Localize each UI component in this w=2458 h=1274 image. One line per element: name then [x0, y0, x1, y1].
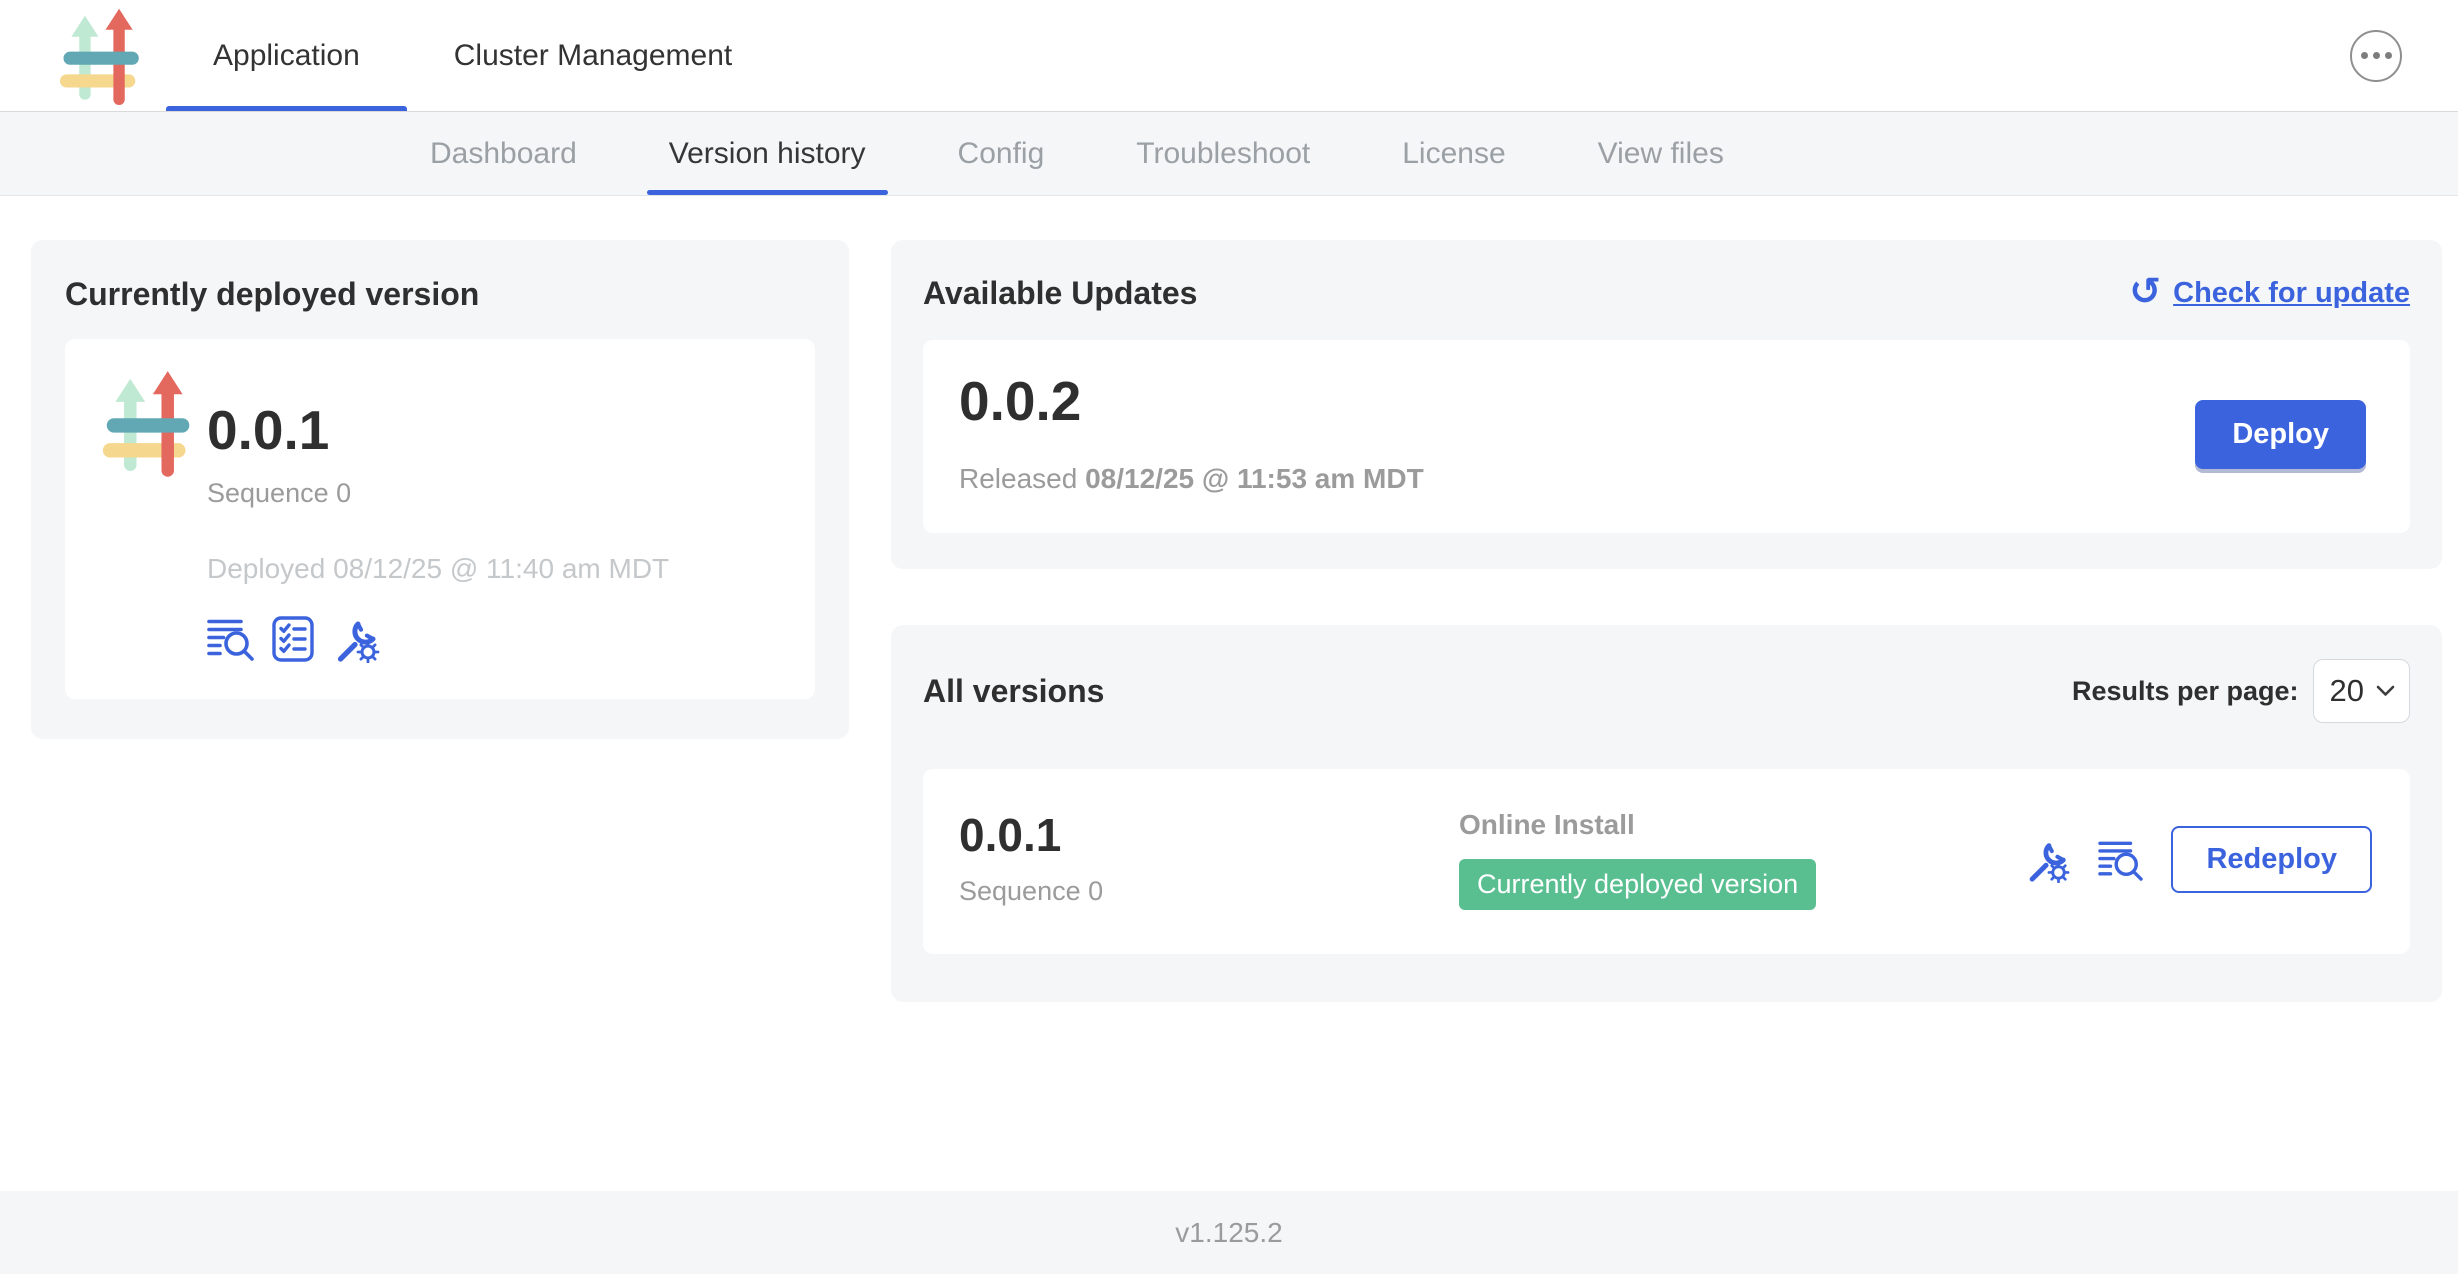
released-timestamp: 08/12/25 @ 11:53 am MDT	[1085, 463, 1424, 494]
deployed-version-panel: 0.0.1 Sequence 0 Deployed 08/12/25 @ 11:…	[65, 339, 815, 699]
tab-application[interactable]: Application	[166, 0, 407, 111]
top-header: Application Cluster Management	[0, 0, 2458, 112]
chevron-down-icon	[2376, 685, 2395, 697]
deployed-timestamp: Deployed 08/12/25 @ 11:40 am MDT	[207, 553, 669, 585]
update-panel: 0.0.2 Released 08/12/25 @ 11:53 am MDT D…	[923, 340, 2410, 533]
check-for-update-link[interactable]: ↺ Check for update	[2129, 274, 2410, 312]
results-per-page-value: 20	[2330, 673, 2364, 709]
deployed-card-title: Currently deployed version	[65, 276, 815, 313]
subnav-view-files-label: View files	[1598, 137, 1724, 171]
update-version-number: 0.0.2	[959, 374, 1424, 429]
check-for-update-label: Check for update	[2173, 277, 2410, 310]
wrench-gear-icon[interactable]	[2024, 837, 2070, 883]
kots-version-label: v1.125.2	[1175, 1217, 1282, 1249]
checklist-icon[interactable]	[272, 616, 314, 662]
update-released-line: Released 08/12/25 @ 11:53 am MDT	[959, 463, 1424, 495]
all-versions-card: All versions Results per page: 20 0.0.1 …	[891, 625, 2442, 1002]
subnav-config-label: Config	[958, 137, 1045, 171]
deployed-version-number: 0.0.1	[207, 403, 669, 458]
page-footer: v1.125.2	[0, 1191, 2458, 1274]
tab-application-label: Application	[213, 39, 360, 73]
subnav-license[interactable]: License	[1402, 112, 1505, 195]
currently-deployed-card: Currently deployed version 0.0.1 Sequenc…	[31, 240, 849, 739]
tab-cluster-management[interactable]: Cluster Management	[407, 0, 779, 111]
app-logo-icon	[58, 0, 146, 111]
subnav-config[interactable]: Config	[958, 112, 1045, 195]
install-type-label: Online Install	[1459, 809, 1816, 841]
subnav-version-history[interactable]: Version history	[669, 112, 866, 195]
header-tabs: Application Cluster Management	[166, 0, 779, 111]
wrench-gear-icon[interactable]	[332, 615, 380, 663]
all-versions-title: All versions	[923, 673, 1104, 710]
app-page: Application Cluster Management Dashboard…	[0, 0, 2458, 1274]
ellipsis-menu-icon[interactable]	[2350, 30, 2402, 82]
available-updates-title: Available Updates	[923, 275, 1197, 312]
status-badge: Currently deployed version	[1459, 859, 1816, 910]
row-action-icons: Redeploy	[2024, 826, 2372, 893]
subnav-troubleshoot-label: Troubleshoot	[1136, 137, 1310, 171]
main-content: Currently deployed version 0.0.1 Sequenc…	[0, 196, 2458, 1191]
row-version-number: 0.0.1	[959, 812, 1459, 858]
subnav-dashboard[interactable]: Dashboard	[430, 112, 577, 195]
subnav-view-files[interactable]: View files	[1598, 112, 1724, 195]
deployed-sequence: Sequence 0	[207, 478, 669, 509]
available-updates-card: Available Updates ↺ Check for update 0.0…	[891, 240, 2442, 569]
subnav-version-history-label: Version history	[669, 137, 866, 171]
app-logo-icon	[101, 369, 197, 663]
version-row: 0.0.1 Sequence 0 Online Install Currentl…	[923, 769, 2410, 954]
row-sequence: Sequence 0	[959, 876, 1459, 907]
deployed-action-icons	[207, 615, 669, 663]
redeploy-button[interactable]: Redeploy	[2171, 826, 2372, 893]
results-per-page-label: Results per page:	[2072, 676, 2299, 707]
results-per-page-select[interactable]: 20	[2313, 659, 2410, 723]
subnav-dashboard-label: Dashboard	[430, 137, 577, 171]
app-subnav: Dashboard Version history Config Trouble…	[0, 112, 2458, 196]
subnav-license-label: License	[1402, 137, 1505, 171]
header-right	[2350, 0, 2402, 111]
list-search-icon[interactable]	[2098, 839, 2143, 881]
deploy-button[interactable]: Deploy	[2195, 400, 2366, 469]
released-prefix: Released	[959, 463, 1077, 494]
subnav-troubleshoot[interactable]: Troubleshoot	[1136, 112, 1310, 195]
right-column: Available Updates ↺ Check for update 0.0…	[891, 240, 2442, 1002]
list-search-icon[interactable]	[207, 617, 254, 661]
tab-cluster-management-label: Cluster Management	[454, 39, 732, 73]
refresh-icon: ↺	[2129, 272, 2161, 310]
